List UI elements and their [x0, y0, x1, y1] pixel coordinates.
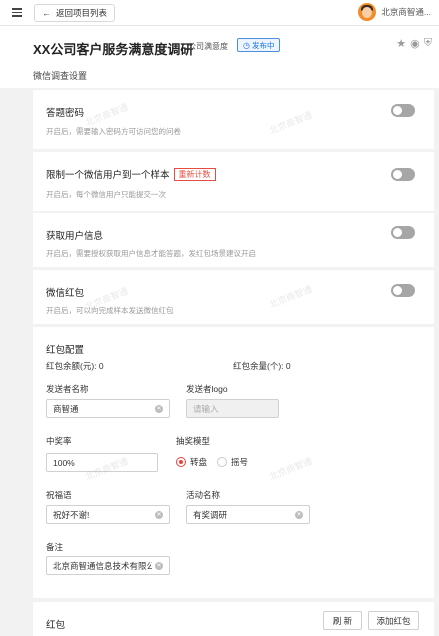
model-option-turntable[interactable]: 转盘 [176, 456, 207, 468]
setting-card-user-info: 获取用户信息 开启后，需要授权获取用户信息才能答题，发红包场景建议开启 [33, 213, 434, 267]
model-option-lottery[interactable]: 摇号 [217, 456, 248, 468]
back-to-projects-button[interactable]: ← 返回项目列表 [34, 4, 116, 22]
clock-icon: ◷ [243, 40, 250, 50]
clear-icon[interactable]: ✕ [155, 510, 163, 519]
shield-icon[interactable]: ⛨ [424, 37, 432, 50]
user-menu[interactable]: 北京商智通... [358, 3, 431, 21]
add-red-packet-button[interactable]: 添加红包 [368, 611, 419, 630]
red-packet-list-title: 红包 [46, 620, 66, 631]
user-name: 北京商智通... [381, 7, 431, 17]
radio-checked[interactable] [176, 457, 186, 467]
red-packet-toggle[interactable] [391, 284, 415, 297]
setting-desc: 开启后，需要授权获取用户信息才能答题，发红包场景建议开启 [46, 249, 256, 258]
avatar [358, 3, 377, 21]
setting-card-red-packet: 微信红包 开启后，可以向完成样本发送微信红包 [33, 270, 434, 324]
star-icon[interactable]: ★ [396, 37, 406, 50]
activity-input[interactable]: 有奖调研 ✕ [186, 505, 310, 524]
setting-title: 获取用户信息 [46, 231, 104, 242]
sender-logo-input[interactable]: 请输入 [186, 399, 279, 418]
setting-desc: 开启后，可以向完成样本发送微信红包 [46, 306, 174, 315]
red-packet-config: 红包配置 红包余额(元): 0 红包余量(个): 0 发送者名称 商智通 ✕ 发送… [33, 327, 434, 598]
model-label: 抽奖模型 [176, 436, 211, 446]
setting-title: 答题密码 [46, 108, 85, 119]
blessing-input[interactable]: 祝好不谢! ✕ [46, 505, 170, 524]
radio-unchecked[interactable] [217, 457, 227, 467]
setting-title: 微信红包 [46, 288, 85, 299]
refresh-button[interactable]: 刷 新 [323, 611, 362, 630]
user-info-toggle[interactable] [391, 226, 415, 239]
limit-user-toggle[interactable] [391, 168, 415, 181]
setting-card-limit-wechat-user: 限制一个微信用户到一个样本 重新计数 开启后，每个微信用户只能提交一次 [33, 152, 434, 211]
sender-name-input[interactable]: 商智通 ✕ [46, 399, 170, 418]
balance-count: 红包余量(个): 0 [233, 361, 291, 371]
remark-label: 备注 [46, 542, 64, 552]
clear-icon[interactable]: ✕ [155, 561, 163, 570]
reset-count-button[interactable]: 重新计数 [173, 168, 216, 181]
blessing-label: 祝福语 [46, 490, 72, 500]
top-bar: ← 返回项目列表 北京商智通... [0, 0, 439, 26]
status-badge: ◷ 发布中 [237, 38, 281, 52]
eye-icon[interactable]: ◉ [410, 37, 420, 50]
setting-title: 限制一个微信用户到一个样本 重新计数 [46, 167, 216, 181]
win-rate-label: 中奖率 [46, 436, 72, 446]
remark-input[interactable]: 北京商智通信息技术有限公司✕ [46, 556, 170, 575]
header-actions: ★ ◉ ⛨ [392, 37, 432, 50]
setting-desc: 开启后，每个微信用户只能提交一次 [46, 190, 166, 199]
setting-desc: 开启后，需要输入密码方可访问您的问卷 [46, 127, 181, 136]
survey-header: XX公司客户服务满意度调研 公司满意度 ◷ 发布中 ★ ◉ ⛨ 微信调查设置 [0, 26, 439, 88]
sender-name-label: 发送者名称 [46, 384, 89, 394]
status-text: 发布中 [251, 40, 275, 50]
clear-icon[interactable]: ✕ [155, 404, 163, 413]
arrow-left-icon: ← [42, 8, 51, 18]
page-title: XX公司客户服务满意度调研 [33, 42, 194, 57]
balance-amount: 红包余额(元): 0 [46, 361, 104, 371]
activity-label: 活动名称 [186, 490, 221, 500]
survey-category: 公司满意度 [188, 42, 228, 51]
config-heading: 红包配置 [46, 345, 85, 356]
red-packet-list: 红包 刷 新 添加红包 [33, 602, 434, 636]
clear-icon[interactable]: ✕ [295, 510, 303, 519]
win-rate-input[interactable]: 100% [46, 453, 158, 472]
sender-logo-label: 发送者logo [186, 384, 228, 394]
password-toggle[interactable] [391, 104, 415, 117]
setting-card-password: 答题密码 开启后，需要输入密码方可访问您的问卷 [33, 90, 434, 149]
section-title: 微信调查设置 [33, 71, 88, 81]
back-button-label: 返回项目列表 [56, 8, 108, 18]
menu-icon[interactable] [12, 8, 22, 17]
